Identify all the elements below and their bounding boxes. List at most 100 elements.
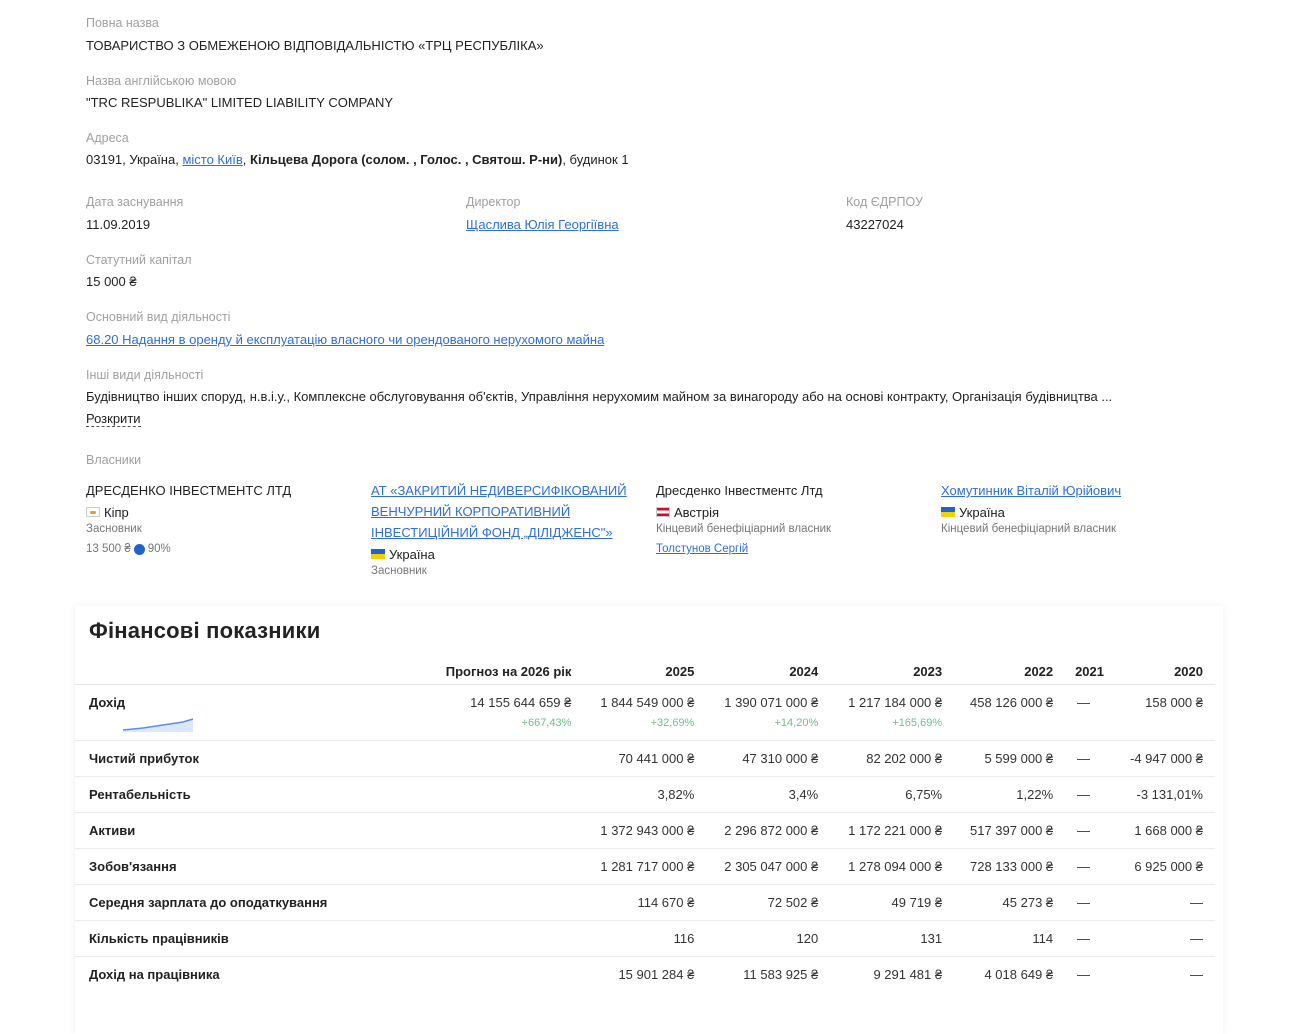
expand-toggle-label[interactable]: Розкрити — [86, 411, 141, 427]
owner-role: Кінцевий бенефіціарний власник — [941, 523, 1117, 535]
table-cell: -4 947 000 ₴ — [1129, 751, 1203, 766]
column-header: 2022 — [1024, 663, 1054, 679]
address-comma: , — [242, 152, 251, 167]
owner-name-link[interactable]: ВЕНЧУРНИЙ КОРПОРАТИВНИЙ — [371, 501, 651, 522]
column-header: 2023 — [913, 663, 943, 679]
cell-value: 1 217 184 000 ₴ — [848, 695, 943, 710]
capital-value: 15 000 ₴ — [86, 274, 137, 289]
owner-country: Кіпр — [86, 501, 356, 523]
full-name-value: ТОВАРИСТВО З ОБМЕЖЕНОЮ ВІДПОВІДАЛЬНІСТЮ … — [86, 38, 544, 53]
table-cell: 15 901 284 ₴ — [618, 967, 695, 983]
table-cell: 1 172 221 000 ₴ — [848, 823, 943, 838]
table-row: Рентабельність 3,82% 3,4% 6,75% 1,22% — … — [75, 777, 1215, 813]
table-cell: 9 291 481 ₴ — [873, 967, 943, 983]
column-header-label — [75, 658, 339, 685]
owner-card: ДРЕСДЕНКО ІНВЕСТМЕНТС ЛТД Кіпр Засновник… — [86, 480, 356, 555]
row-label: Дохід — [75, 685, 339, 741]
owner-card: АТ «ЗАКРИТИЙ НЕДИВЕРСИФІКОВАНИЙ ВЕНЧУРНИ… — [371, 480, 651, 577]
edrpou-label: Код ЄДРПОУ — [846, 195, 923, 209]
capital-label: Статутний капітал — [86, 253, 192, 267]
table-cell: 6,75% — [905, 787, 943, 802]
cell-value: 14 155 644 659 ₴ — [470, 695, 572, 710]
cell-value: 1 844 549 000 ₴ — [600, 695, 695, 710]
change-pct: +32,69% — [650, 717, 695, 729]
table-cell: 3,82% — [657, 787, 695, 802]
owner-country: Україна — [941, 501, 1221, 523]
address-city-link[interactable]: місто Київ — [182, 152, 242, 167]
table-cell: 120 — [796, 931, 819, 946]
table-cell — [339, 849, 583, 885]
table-cell: 1 668 000 ₴ — [1134, 823, 1203, 838]
financial-card: Фінансові показники Прогноз на 2026 рік … — [75, 606, 1223, 1034]
table-row: Зобов'язання 1 281 717 000 ₴ 2 305 047 0… — [75, 849, 1215, 885]
owner-country: Україна — [371, 543, 651, 565]
owners-label: Власники — [86, 453, 142, 467]
table-cell — [339, 885, 583, 921]
other-activities-label: Інші види діяльності — [86, 368, 204, 382]
table-cell: 2 296 872 000 ₴ — [724, 823, 819, 838]
table-cell: 47 310 000 ₴ — [742, 751, 819, 766]
column-header: 2021 — [1075, 663, 1104, 679]
owner-share: 13 500 ₴ 90% — [86, 543, 356, 555]
cell-value: 1 390 071 000 ₴ — [724, 695, 819, 710]
table-cell: 49 719 ₴ — [891, 895, 943, 910]
table-cell: 1 390 071 000 ₴ +14,20% — [706, 685, 830, 741]
table-cell: 1 372 943 000 ₴ — [600, 823, 695, 838]
owner-country-name: Україна — [959, 504, 1005, 520]
table-cell: — — [1077, 931, 1091, 946]
table-cell: 72 502 ₴ — [767, 895, 819, 910]
table-header-row: Прогноз на 2026 рік 2025 2024 2023 2022 … — [75, 658, 1215, 685]
full-name-label: Повна назва — [86, 16, 159, 30]
ukraine-flag-icon — [941, 507, 955, 517]
main-activity-link[interactable]: 68.20 Надання в оренду й експлуатацію вл… — [86, 332, 604, 347]
owner-name-link[interactable]: ІНВЕСТИЦІЙНИЙ ФОНД „ДІЛІДЖЕНС"» — [371, 522, 651, 543]
row-label: Середня зарплата до оподаткування — [89, 895, 328, 910]
owner-name-link[interactable]: Хомутинник Віталій Юрійович — [941, 480, 1221, 501]
table-cell: — — [1190, 967, 1203, 983]
table-row: Середня зарплата до оподаткування 114 67… — [75, 885, 1215, 921]
owner-role: Засновник — [86, 523, 142, 535]
table-cell: 82 202 000 ₴ — [866, 751, 943, 766]
row-label: Чистий прибуток — [89, 751, 199, 766]
table-cell: — — [1077, 859, 1091, 874]
row-label: Кількість працівників — [89, 931, 229, 946]
edrpou-value: 43227024 — [846, 217, 904, 232]
table-cell: 1 281 717 000 ₴ — [600, 859, 695, 874]
share-pie-icon — [133, 543, 145, 555]
linked-person-link[interactable]: Толстунов Сергій — [656, 543, 936, 555]
row-label: Активи — [89, 823, 136, 838]
expand-toggle[interactable]: Розкрити — [86, 410, 141, 428]
table-row: Дохід 14 155 644 659 ₴ +667,43% 1 844 549… — [75, 685, 1215, 741]
address-suffix: , будинок 1 — [562, 152, 629, 167]
director-link[interactable]: Щаслива Юлія Георгіївна — [466, 217, 619, 232]
table-cell — [339, 741, 583, 777]
row-label: Дохід на працівника — [89, 967, 220, 983]
owner-name[interactable]: ДРЕСДЕНКО ІНВЕСТМЕНТС ЛТД — [86, 480, 356, 501]
column-header: 2025 — [665, 663, 695, 679]
table-cell: 1,22% — [1016, 787, 1054, 802]
austria-flag-icon — [656, 507, 670, 517]
table-cell: 2 305 047 000 ₴ — [724, 859, 819, 874]
table-cell — [339, 921, 583, 957]
english-name-value: "TRC RESPUBLIKA" LIMITED LIABILITY COMPA… — [86, 95, 394, 110]
table-cell: 5 599 000 ₴ — [984, 751, 1054, 766]
address-label: Адреса — [86, 131, 129, 145]
other-activities-value: Будівництво інших споруд, н.в.і.у., Комп… — [86, 389, 1113, 404]
table-cell: 70 441 000 ₴ — [618, 751, 695, 766]
table-cell: -3 131,01% — [1136, 787, 1204, 802]
change-pct: +165,69% — [892, 717, 943, 729]
director-label: Директор — [466, 195, 521, 209]
owner-country-name: Австрія — [674, 504, 720, 520]
owner-name-link[interactable]: АТ «ЗАКРИТИЙ НЕДИВЕРСИФІКОВАНИЙ — [371, 480, 651, 501]
table-cell: 45 273 ₴ — [1002, 895, 1054, 910]
table-cell: — — [1077, 787, 1091, 802]
table-cell: 458 126 000 ₴ — [970, 695, 1054, 710]
financial-table: Прогноз на 2026 рік 2025 2024 2023 2022 … — [75, 658, 1215, 993]
table-cell: 1 844 549 000 ₴ +32,69% — [583, 685, 706, 741]
english-name-label: Назва англійською мовою — [86, 74, 237, 88]
column-header: Прогноз на 2026 рік — [445, 663, 572, 679]
row-label-text: Дохід — [89, 695, 126, 710]
change-pct: +14,20% — [774, 717, 819, 729]
owner-role: Засновник — [371, 565, 427, 577]
ukraine-flag-icon — [371, 549, 385, 559]
